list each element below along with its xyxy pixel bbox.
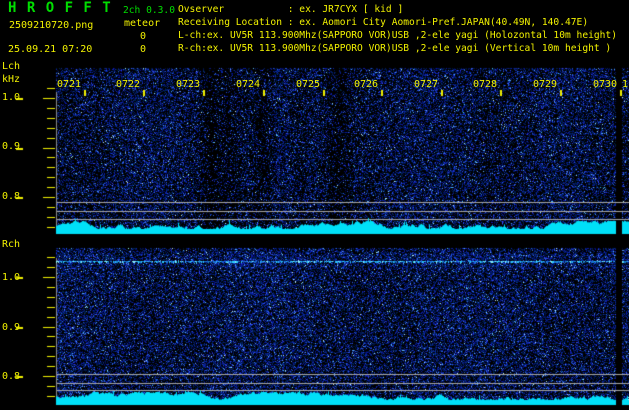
time-label: 0730 <box>593 79 618 90</box>
freq-label: 0.8 <box>2 371 21 382</box>
app-title: H R O F F T <box>8 0 112 16</box>
time-label: 0725 <box>296 79 321 90</box>
lch-panel-label: Lch <box>2 61 21 72</box>
khz-unit-label: kHz <box>2 74 21 85</box>
spectrogram-canvas <box>0 0 629 410</box>
time-label: 0723 <box>176 79 201 90</box>
hrofft-window: H R O F F T 2ch 0.3.0 2509210720.png met… <box>0 0 629 410</box>
time-label: 0728 <box>473 79 498 90</box>
time-label: 0722 <box>116 79 141 90</box>
lch-config-line: L-ch:ex. UV5R 113.900Mhz(SAPPORO VOR)USB… <box>178 30 617 41</box>
time-label: 0729 <box>533 79 558 90</box>
observer-line: Ovserver : ex. JR7CYX [ kid ] <box>178 4 404 15</box>
freq-label: 0.9 <box>2 322 21 333</box>
meteor-count-l: 0 <box>140 31 147 42</box>
meteor-count-r: 0 <box>140 44 147 55</box>
rch-config-line: R-ch:ex. UV5R 113.900Mhz(SAPPORO VOR)USB… <box>178 43 612 54</box>
datetime-label: 25.09.21 07:20 <box>8 44 93 55</box>
output-filename: 2509210720.png <box>9 20 94 31</box>
time-label: 0724 <box>236 79 261 90</box>
freq-label: 0.9 <box>2 141 21 152</box>
freq-label: 1.0 <box>2 92 21 103</box>
location-line: Receiving Location : ex. Aomori City Aom… <box>178 17 589 28</box>
freq-label: 1.0 <box>2 272 21 283</box>
freq-label: 0.8 <box>2 191 21 202</box>
time-label: 0726 <box>354 79 379 90</box>
mode-label: meteor <box>124 18 161 29</box>
time-label-partial: 1 <box>622 79 629 90</box>
time-label: 0727 <box>414 79 439 90</box>
app-version: 2ch 0.3.0 <box>123 5 175 16</box>
rch-panel-label: Rch <box>2 239 21 250</box>
time-label: 0721 <box>57 79 82 90</box>
